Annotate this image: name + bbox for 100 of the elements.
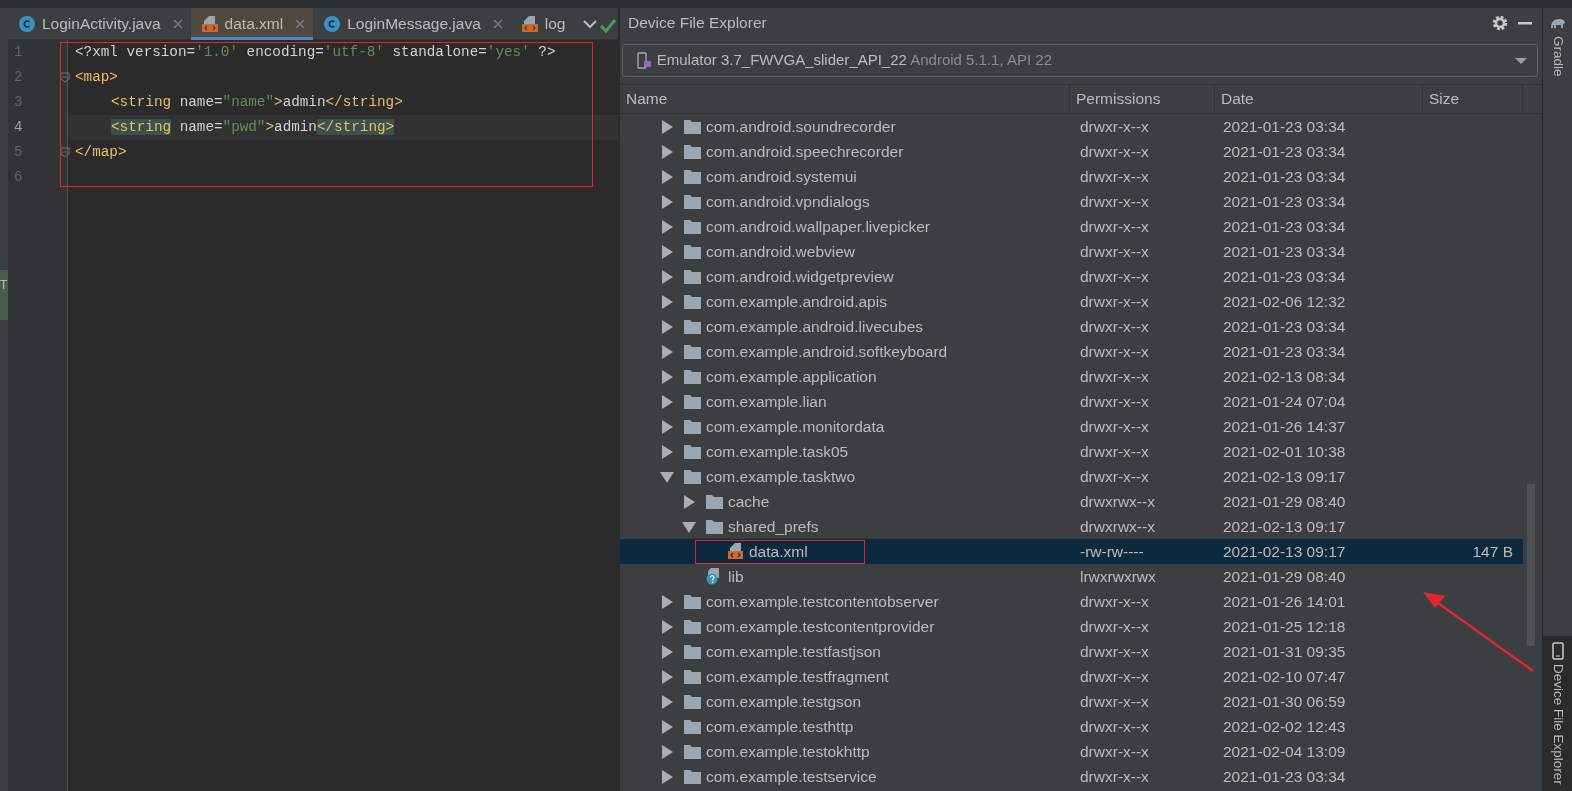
file-name: shared_prefs <box>728 516 819 537</box>
tree-row[interactable]: com.android.speechrecorder drwxr-x--x 2021-01-23 03:34 <box>620 139 1523 164</box>
expand-arrow-icon[interactable] <box>660 319 674 334</box>
tree-row[interactable]: com.example.testgson drwxr-x--x 2021-01-30 06:59 <box>620 689 1523 714</box>
tree-row[interactable]: com.example.testfastjson drwxr-x--x 2021-01-31 09:35 <box>620 639 1523 664</box>
file-name: com.example.tasktwo <box>706 466 856 487</box>
tree-row[interactable]: data.xml -rw-rw---- 2021-02-13 09:17 147 B <box>620 539 1523 564</box>
settings-icon[interactable] <box>1490 14 1509 32</box>
dropdown-caret-icon <box>1515 57 1527 64</box>
editor-tab[interactable]: LoginActivity.java <box>8 8 191 40</box>
tree-row[interactable]: com.example.testcontentobserver drwxr-x--x 2021-01-26 14:01 <box>620 589 1523 614</box>
expand-arrow-icon[interactable] <box>660 169 674 184</box>
permissions-cell-text: drwxr-x--x <box>1079 741 1150 762</box>
tree-row[interactable]: lib lrwxrwxrwx 2021-01-29 08:40 <box>620 564 1523 589</box>
permissions-cell-text: drwxr-x--x <box>1079 416 1150 437</box>
expand-arrow-icon[interactable] <box>660 644 674 659</box>
tree-row[interactable]: com.example.testservice drwxr-x--x 2021-01-23 03:34 <box>620 764 1523 789</box>
tool-window-tab[interactable]: T <box>0 270 8 320</box>
class-file-icon <box>18 15 36 33</box>
tree-row[interactable]: com.example.android.apis drwxr-x--x 2021-02-06 12:32 <box>620 289 1523 314</box>
fold-marker-icon[interactable] <box>60 147 70 158</box>
code-line: </map> <box>75 143 127 162</box>
tree-row[interactable]: com.example.task05 drwxr-x--x 2021-02-01 10:38 <box>620 439 1523 464</box>
folder-icon <box>683 143 702 160</box>
tree-row[interactable]: com.android.systemui drwxr-x--x 2021-01-23 03:34 <box>620 164 1523 189</box>
file-name: com.android.widgetpreview <box>706 266 894 287</box>
folder-icon <box>683 668 702 685</box>
column-header[interactable]: Name <box>620 85 1070 113</box>
column-header[interactable]: Permissions <box>1070 85 1215 113</box>
expand-arrow-icon[interactable] <box>660 419 674 434</box>
tree-row[interactable]: com.example.android.softkeyboard drwxr-x--x 2021-01-23 03:34 <box>620 339 1523 364</box>
tree-row[interactable]: com.example.testfragment drwxr-x--x 2021-02-10 07:47 <box>620 664 1523 689</box>
tree-row[interactable]: com.example.lian drwxr-x--x 2021-01-24 07:04 <box>620 389 1523 414</box>
permissions-cell-text: drwxr-x--x <box>1079 316 1150 337</box>
tree-row[interactable]: com.example.testokhttp drwxr-x--x 2021-02-04 13:09 <box>620 739 1523 764</box>
device-dropdown[interactable]: Emulator 3.7_FWVGA_slider_API_22 Android 5.1.1, API 22 <box>622 44 1538 77</box>
expand-arrow-icon[interactable] <box>660 194 674 209</box>
editor-tab[interactable]: data.xml <box>190 8 314 40</box>
file-name: com.android.speechrecorder <box>706 141 904 162</box>
file-name: cache <box>728 491 770 512</box>
code-line: <?xml version='1.0' encoding='utf-8' standalone='yes' ?> <box>75 43 556 62</box>
tree-row[interactable]: com.example.android.livecubes drwxr-x--x 2021-01-23 03:34 <box>620 314 1523 339</box>
expand-arrow-icon[interactable] <box>682 494 696 509</box>
permissions-cell-text: drwxr-x--x <box>1079 141 1150 162</box>
expand-arrow-icon[interactable] <box>660 244 674 259</box>
expand-arrow-icon[interactable] <box>660 769 674 784</box>
folder-icon <box>683 718 702 735</box>
expand-arrow-icon[interactable] <box>660 594 674 609</box>
class-file-icon <box>323 15 342 33</box>
editor-tab[interactable]: log <box>510 8 574 40</box>
xml-file-icon <box>726 543 745 560</box>
date-cell-text: 2021-01-26 14:01 <box>1222 591 1347 612</box>
file-name: com.android.systemui <box>706 166 857 187</box>
file-name: com.example.android.livecubes <box>706 316 924 337</box>
expand-arrow-icon[interactable] <box>660 144 674 159</box>
folder-icon <box>683 768 702 785</box>
tree-row[interactable]: com.android.webview drwxr-x--x 2021-01-23 03:34 <box>620 239 1523 264</box>
collapse-arrow-icon[interactable] <box>682 519 696 534</box>
tree-row[interactable]: com.example.testcontentprovider drwxr-x--x 2021-01-25 12:18 <box>620 614 1523 639</box>
folder-icon <box>683 193 702 210</box>
expand-arrow-icon[interactable] <box>660 619 674 634</box>
line-number: 4 <box>13 118 24 137</box>
expand-arrow-icon[interactable] <box>660 294 674 309</box>
file-name: com.android.vpndialogs <box>706 191 870 212</box>
expand-arrow-icon[interactable] <box>660 444 674 459</box>
editor-tab[interactable]: LoginMessage.java <box>313 8 511 40</box>
tree-row[interactable]: com.android.wallpaper.livepicker drwxr-x--x 2021-01-23 03:34 <box>620 214 1523 239</box>
column-header[interactable]: Size <box>1423 85 1523 113</box>
tree-row[interactable]: cache drwxrwx--x 2021-01-29 08:40 <box>620 489 1523 514</box>
expand-arrow-icon[interactable] <box>660 694 674 709</box>
tree-row[interactable]: com.android.vpndialogs drwxr-x--x 2021-01-23 03:34 <box>620 189 1523 214</box>
expand-arrow-icon[interactable] <box>660 394 674 409</box>
permissions-cell-text: drwxr-x--x <box>1079 216 1150 237</box>
file-name: com.example.lian <box>706 391 827 412</box>
tool-window-button[interactable]: Gradle <box>1543 8 1572 83</box>
tree-row[interactable]: com.example.monitordata drwxr-x--x 2021-01-26 14:37 <box>620 414 1523 439</box>
expand-arrow-icon[interactable] <box>660 344 674 359</box>
tool-window-button[interactable]: Device File Explorer <box>1543 636 1572 791</box>
tree-row[interactable]: com.example.tasktwo drwxr-x--x 2021-02-13 09:17 <box>620 464 1523 489</box>
expand-arrow-icon[interactable] <box>660 744 674 759</box>
collapse-arrow-icon[interactable] <box>660 469 674 484</box>
expand-arrow-icon[interactable] <box>660 269 674 284</box>
tree-row[interactable]: com.example.testhttp drwxr-x--x 2021-02-02 12:43 <box>620 714 1523 739</box>
file-name: com.android.wallpaper.livepicker <box>706 216 930 237</box>
expand-arrow-icon[interactable] <box>660 669 674 684</box>
tree-row[interactable]: com.android.widgetpreview drwxr-x--x 2021-01-23 03:34 <box>620 264 1523 289</box>
expand-arrow-icon[interactable] <box>660 219 674 234</box>
expand-arrow-icon[interactable] <box>660 719 674 734</box>
file-name: com.example.testservice <box>706 766 877 787</box>
file-name: com.example.android.softkeyboard <box>706 341 948 362</box>
fold-marker-icon[interactable] <box>60 72 70 83</box>
tree-row[interactable]: com.android.soundrecorder drwxr-x--x 2021-01-23 03:34 <box>620 114 1523 139</box>
expand-arrow-icon[interactable] <box>660 119 674 134</box>
tree-row[interactable]: shared_prefs drwxrwx--x 2021-02-13 09:17 <box>620 514 1523 539</box>
date-cell-text: 2021-01-25 12:18 <box>1222 616 1347 637</box>
device-name: Emulator 3.7_FWVGA_slider_API_22 Android 5.1.1, API 22 <box>656 50 1052 71</box>
column-header[interactable]: Date <box>1215 85 1423 113</box>
expand-arrow-icon[interactable] <box>660 369 674 384</box>
tree-row[interactable]: com.example.application drwxr-x--x 2021-02-13 08:34 <box>620 364 1523 389</box>
folder-icon <box>683 368 702 385</box>
